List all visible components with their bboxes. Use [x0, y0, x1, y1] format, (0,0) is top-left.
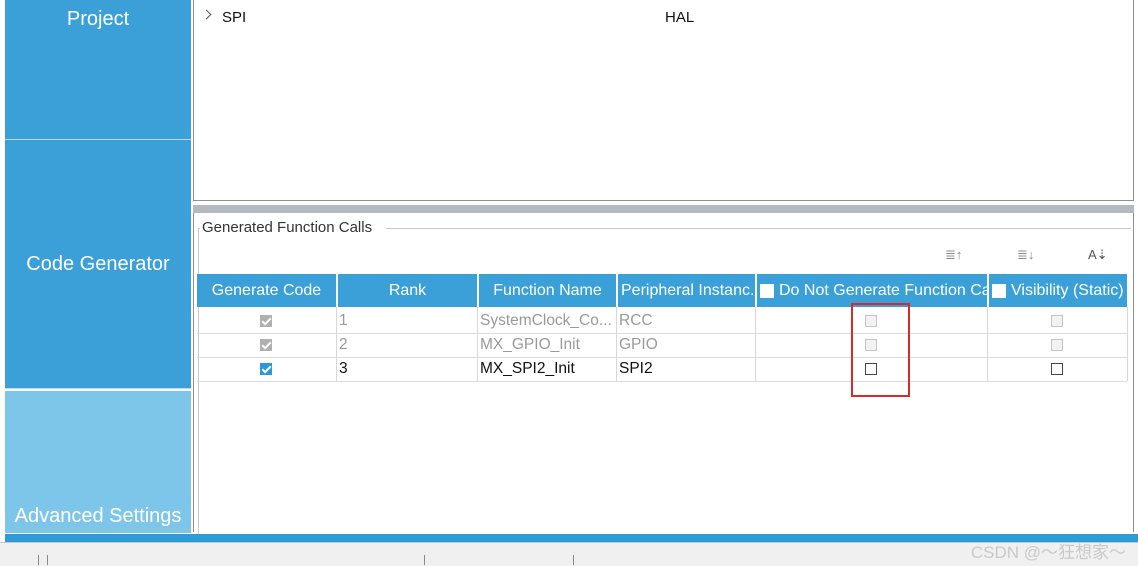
sort-ascending-icon[interactable]: ≣↑: [945, 247, 962, 263]
header-label: Do Not Generate Function Call: [779, 281, 987, 299]
rank-cell: 1: [339, 312, 348, 329]
visibility-checkbox[interactable]: [1051, 315, 1063, 327]
column-divider: [987, 307, 988, 381]
column-header-visibility[interactable]: Visibility (Static): [989, 274, 1127, 307]
peripheral-cell: GPIO: [619, 336, 658, 353]
nav-code-generator-label: Code Generator: [26, 252, 170, 275]
nav-advanced-settings-label: Advanced Settings: [14, 505, 182, 527]
function-name-cell: SystemClock_Co...: [480, 312, 612, 329]
watermark: CSDN @～狂想家～: [970, 543, 1126, 562]
driver-selector-panel: SPI HAL: [193, 0, 1134, 201]
sidebar-divider: [5, 388, 191, 389]
column-header-generate-code[interactable]: Generate Code: [197, 274, 336, 307]
header-label: Visibility (Static): [1011, 281, 1124, 299]
column-divider: [755, 307, 756, 381]
rank-cell: 3: [339, 360, 348, 377]
header-checkbox[interactable]: [760, 283, 774, 298]
tree-row-value[interactable]: HAL: [665, 9, 694, 26]
visibility-checkbox[interactable]: [1051, 363, 1063, 375]
sort-alphabetical-icon[interactable]: A⇣: [1088, 247, 1108, 263]
panel-splitter[interactable]: [193, 205, 1134, 213]
chevron-right-icon[interactable]: [201, 9, 212, 20]
column-header-function-name[interactable]: Function Name: [479, 274, 616, 307]
highlight-annotation-box: [851, 303, 910, 397]
visibility-checkbox[interactable]: [1051, 339, 1063, 351]
strip-divider: [573, 555, 574, 565]
strip-divider: [38, 555, 39, 565]
nav-project-label: Project: [66, 8, 130, 30]
function-name-cell: MX_SPI2_Init: [480, 360, 575, 377]
peripheral-cell: RCC: [619, 312, 653, 329]
generate-code-checkbox[interactable]: [260, 315, 272, 327]
generate-code-checkbox[interactable]: [260, 339, 272, 351]
column-header-peripheral-instance[interactable]: Peripheral Instanc...: [618, 274, 755, 307]
strip-divider: [47, 555, 48, 565]
function-name-cell: MX_GPIO_Init: [480, 336, 580, 353]
peripheral-cell: SPI2: [619, 360, 653, 377]
bottom-accent-bar: [5, 534, 1138, 542]
column-header-rank[interactable]: Rank: [338, 274, 477, 307]
nav-project[interactable]: Project: [5, 0, 191, 139]
rank-cell: 2: [339, 336, 348, 353]
header-label: Peripheral Instanc...: [621, 281, 755, 299]
row-divider: [197, 381, 1127, 382]
sort-descending-icon[interactable]: ≣↓: [1017, 247, 1034, 263]
strip-divider: [424, 555, 425, 565]
header-checkbox[interactable]: [992, 283, 1006, 298]
group-title: Generated Function Calls: [200, 219, 387, 236]
nav-advanced-settings[interactable]: Advanced Settings: [5, 391, 191, 533]
header-label: Rank: [388, 281, 427, 299]
generate-code-checkbox[interactable]: [260, 363, 272, 375]
header-label: Function Name: [493, 281, 602, 299]
column-divider: [1127, 307, 1128, 381]
header-label: Generate Code: [211, 281, 322, 299]
tree-row-label[interactable]: SPI: [222, 9, 246, 26]
status-strip: [0, 542, 1138, 566]
nav-code-generator[interactable]: Code Generator: [5, 140, 191, 388]
